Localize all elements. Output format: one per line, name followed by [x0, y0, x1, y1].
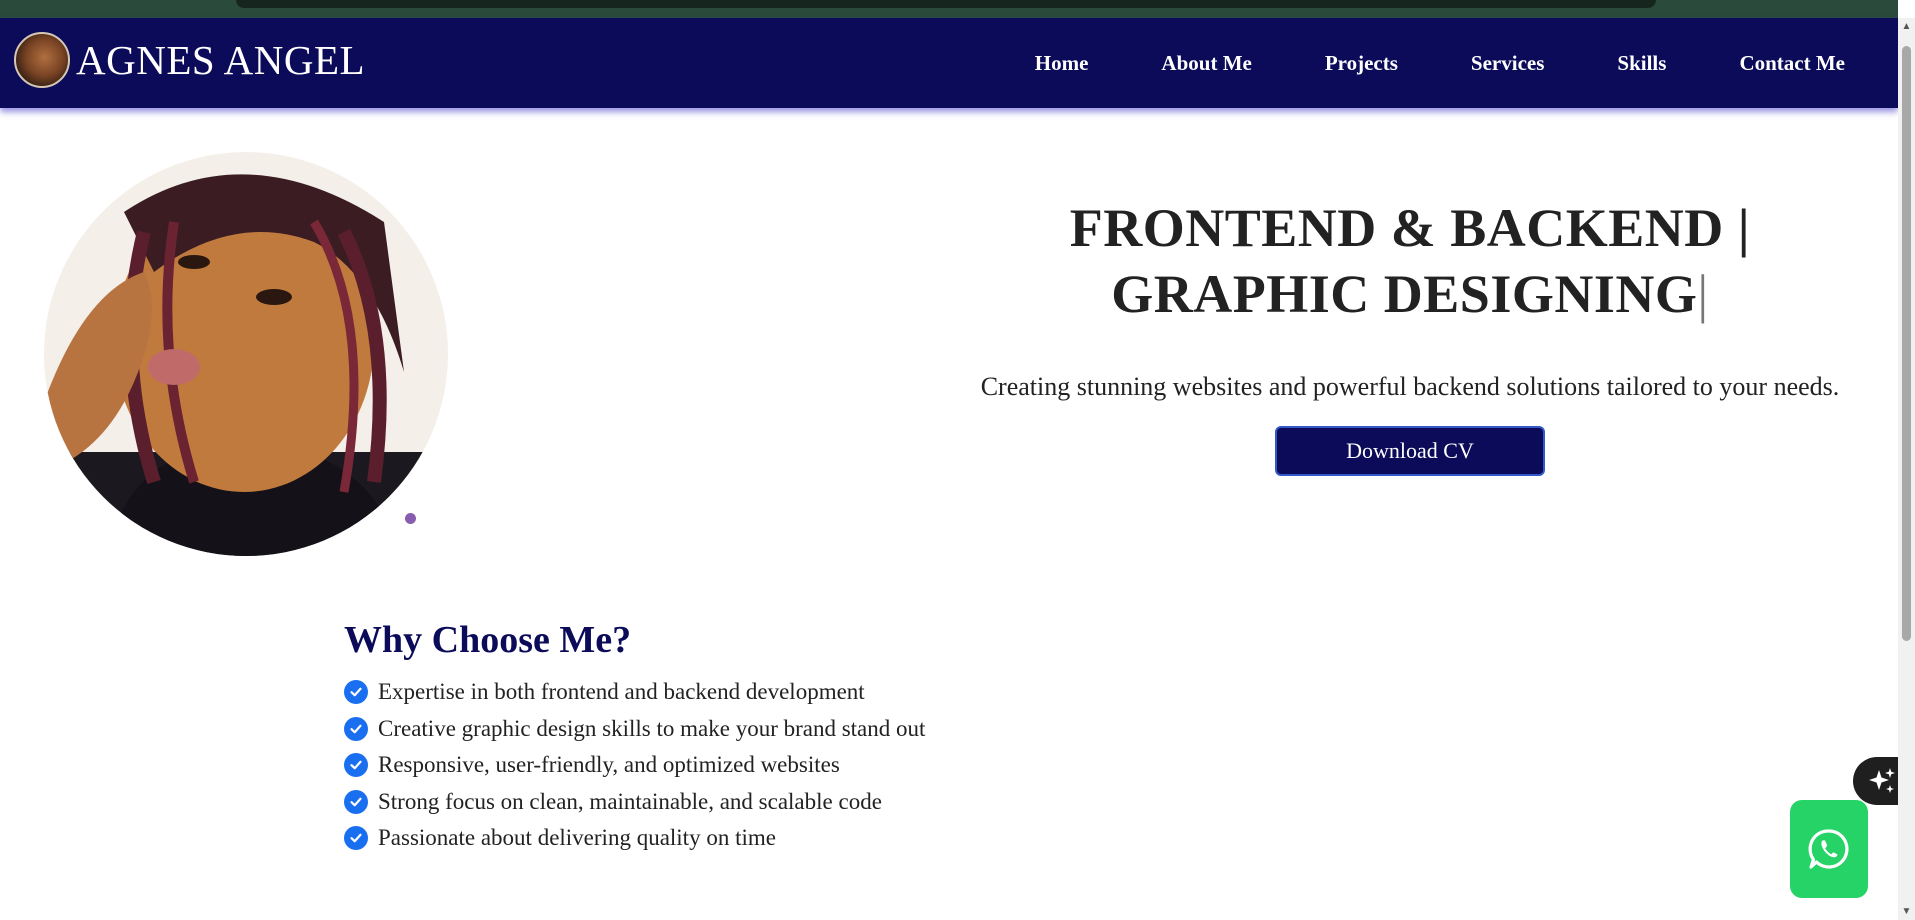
why-title: Why Choose Me?: [344, 619, 632, 661]
list-item: Creative graphic design skills to make y…: [344, 711, 925, 748]
scroll-thumb[interactable]: [1902, 46, 1911, 641]
nav-link-services[interactable]: Services: [1471, 51, 1544, 76]
download-cv-button[interactable]: Download CV: [1275, 426, 1545, 476]
nav-link-about-me[interactable]: About Me: [1161, 51, 1251, 76]
list-item: Passionate about delivering quality on t…: [344, 820, 925, 857]
hero-title: FRONTEND & BACKEND | GRAPHIC DESIGNING|: [980, 195, 1840, 327]
browser-top-strip: [0, 0, 1898, 18]
brand[interactable]: AGNES ANGEL: [14, 32, 365, 88]
main-nav: Home About Me Projects Services Skills C…: [1035, 18, 1898, 108]
decorative-dot: [405, 513, 416, 524]
check-circle-icon: [344, 716, 368, 741]
hero-title-line2: GRAPHIC DESIGNING: [1111, 264, 1698, 324]
list-item-text: Passionate about delivering quality on t…: [378, 825, 776, 851]
list-item-text: Strong focus on clean, maintainable, and…: [378, 788, 882, 814]
hero-section: FRONTEND & BACKEND | GRAPHIC DESIGNING| …: [980, 195, 1840, 476]
list-item-text: Expertise in both frontend and backend d…: [378, 679, 865, 705]
list-item: Expertise in both frontend and backend d…: [344, 674, 925, 711]
nav-link-skills[interactable]: Skills: [1617, 51, 1666, 76]
profile-photo: [44, 152, 448, 556]
scroll-down-arrow[interactable]: ▼: [1898, 903, 1915, 920]
nav-link-home[interactable]: Home: [1035, 51, 1089, 76]
typing-cursor: |: [1697, 264, 1709, 324]
brand-name: AGNES ANGEL: [76, 37, 366, 83]
list-item: Responsive, user-friendly, and optimized…: [344, 747, 925, 784]
nav-link-contact-me[interactable]: Contact Me: [1739, 51, 1845, 76]
list-item-text: Responsive, user-friendly, and optimized…: [378, 752, 840, 778]
brand-avatar: [14, 32, 70, 88]
check-circle-icon: [344, 789, 368, 814]
page-scrollbar[interactable]: ▲ ▼: [1898, 18, 1915, 920]
check-circle-icon: [344, 680, 368, 705]
scroll-up-arrow[interactable]: ▲: [1898, 18, 1915, 35]
list-item: Strong focus on clean, maintainable, and…: [344, 784, 925, 821]
hero-subtitle: Creating stunning websites and powerful …: [980, 372, 1840, 401]
why-choose-me-section: Why Choose Me? Expertise in both fronten…: [344, 618, 925, 857]
whatsapp-button[interactable]: [1790, 800, 1868, 898]
sparkles-icon: [1869, 768, 1895, 793]
check-circle-icon: [344, 826, 368, 851]
whatsapp-icon: [1808, 829, 1849, 869]
hero-title-line1: FRONTEND & BACKEND |: [1069, 198, 1751, 258]
list-item-text: Creative graphic design skills to make y…: [378, 715, 926, 741]
check-circle-icon: [344, 753, 368, 778]
why-list: Expertise in both frontend and backend d…: [344, 674, 925, 857]
top-strip-bar: [236, 0, 1656, 8]
navbar: AGNES ANGEL Home About Me Projects Servi…: [0, 18, 1898, 108]
nav-link-projects[interactable]: Projects: [1325, 51, 1398, 76]
